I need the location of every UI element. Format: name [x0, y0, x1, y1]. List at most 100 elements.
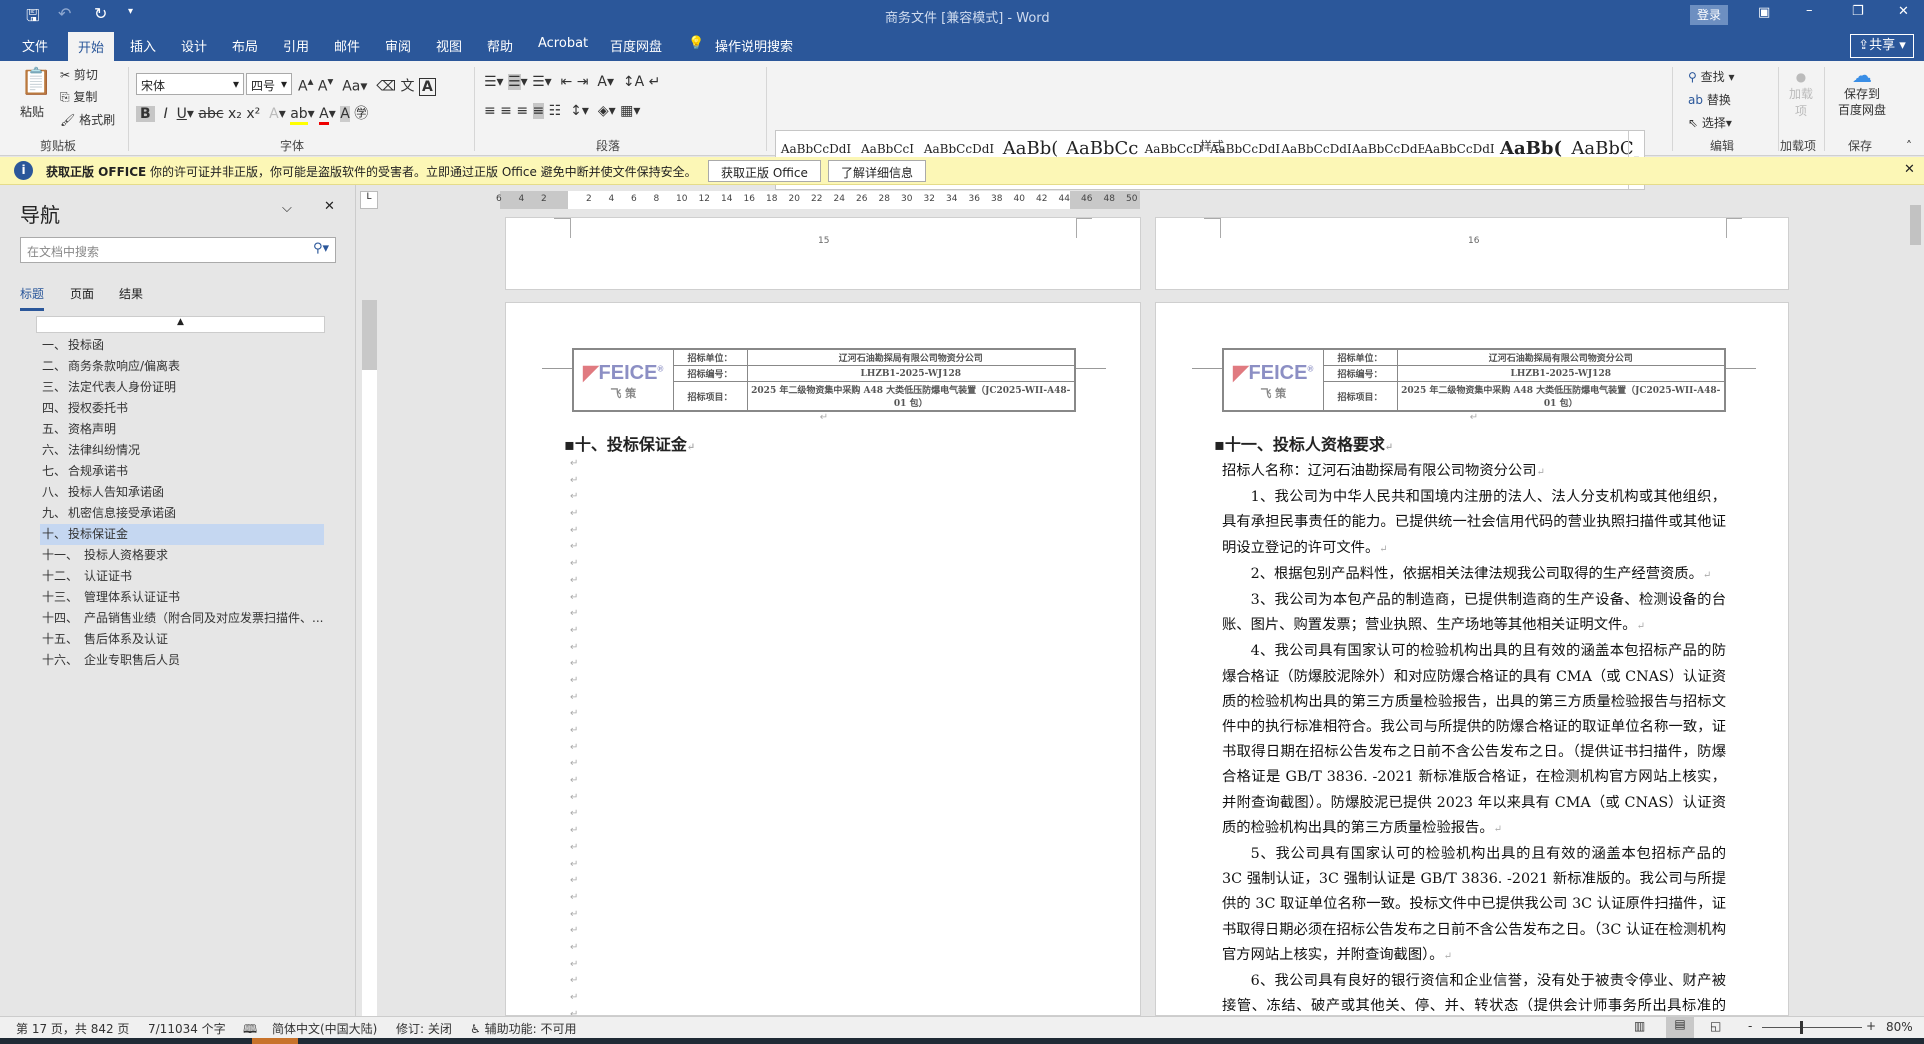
- paragraph-list-row[interactable]: ☰▾ ☰▾ ☰▾ ⇤ ⇥ A▾ ↕A ↵: [484, 74, 660, 90]
- empty-paragraphs: ↵ ↵ ↵ ↵ ↵ ↵ ↵ ↵ ↵ ↵ ↵ ↵ ↵ ↵ ↵ ↵ ↵ ↵ ↵ ↵ ↵ ↵ ↵ ↵ ↵ ↵ ↵ ↵ ↵ ↵ ↵ ↵ ↵ ↵: [570, 458, 578, 1015]
- vertical-scrollbar[interactable]: [1907, 185, 1924, 1016]
- nav-heading-item[interactable]: 四、 授权委托书: [40, 398, 324, 419]
- horizontal-ruler[interactable]: 6 4 2 2 4 6 8 10 12 14 16 18 20 22 24 26 28 30 32 34 36 38 40 4…: [496, 191, 1140, 209]
- nav-heading-item[interactable]: 三、 法定代表人身份证明: [40, 377, 324, 398]
- cut-button[interactable]: ✂ 剪切: [60, 66, 98, 83]
- tab-acrobat[interactable]: Acrobat: [538, 36, 588, 51]
- select-button[interactable]: ⇖ 选择▾: [1688, 114, 1732, 131]
- nav-heading-item[interactable]: 一、 投标函: [40, 335, 324, 356]
- tab-file[interactable]: 文件: [22, 36, 48, 55]
- learn-more-button[interactable]: 了解详细信息: [828, 160, 927, 182]
- save-icon[interactable]: 🖫: [26, 5, 40, 32]
- paste-button[interactable]: 粘贴: [20, 103, 44, 120]
- word-count[interactable]: 7/11034 个字: [148, 1020, 226, 1037]
- select-label: 选择: [1701, 116, 1726, 130]
- tab-references[interactable]: 引用: [283, 36, 309, 55]
- nav-item-number: 二、: [42, 359, 67, 373]
- accessibility-status[interactable]: ♿ 辅助功能: 不可用: [470, 1020, 576, 1037]
- search-icon[interactable]: ⚲▾: [313, 241, 329, 256]
- tab-selector[interactable]: L: [360, 191, 378, 209]
- nav-tab-results[interactable]: 结果: [119, 285, 143, 302]
- font-size-select[interactable]: 四号 ▾: [246, 73, 292, 95]
- tab-mailings[interactable]: 邮件: [334, 36, 360, 55]
- web-layout-icon[interactable]: ◱: [1710, 1019, 1721, 1033]
- nav-options-icon[interactable]: ⌵: [282, 201, 292, 216]
- tab-layout[interactable]: 布局: [232, 36, 258, 55]
- read-mode-icon[interactable]: ▥: [1634, 1019, 1645, 1033]
- close-message-icon[interactable]: ✕: [1904, 162, 1915, 177]
- company-logo: ◤FEICE® 飞 策: [1222, 348, 1324, 412]
- zoom-slider[interactable]: [1762, 1021, 1862, 1034]
- zoom-slider-thumb[interactable]: [1800, 1021, 1803, 1034]
- paragraph-align-row[interactable]: ≡ ≡ ≡ ≡ ☷ ↕▾ ◈▾ ▦▾: [484, 103, 640, 119]
- tab-help[interactable]: 帮助: [487, 36, 513, 55]
- nav-item-number: 十一、: [42, 548, 79, 562]
- tab-insert[interactable]: 插入: [130, 36, 156, 55]
- collapse-ribbon-icon[interactable]: ˄: [1906, 139, 1912, 153]
- zoom-in-button[interactable]: +: [1866, 1019, 1876, 1033]
- zoom-level[interactable]: 80%: [1886, 1020, 1913, 1034]
- find-button[interactable]: ⚲ 查找 ▾: [1688, 68, 1734, 85]
- nav-heading-item[interactable]: ▷十三、管理体系认证证书: [40, 587, 324, 608]
- nav-heading-item[interactable]: ▷十一、投标人资格要求: [40, 545, 324, 566]
- nav-heading-item[interactable]: 七、 合规承诺书: [40, 461, 324, 482]
- nav-item-number: 九、: [42, 506, 67, 520]
- tab-home[interactable]: 开始: [68, 32, 115, 61]
- nav-heading-item[interactable]: 六、 法律纠纷情况: [40, 440, 324, 461]
- nav-heading-item[interactable]: 九、 机密信息接受承诺函: [40, 503, 324, 524]
- undo-icon[interactable]: ↶: [58, 4, 71, 23]
- tenderer-line: 招标人名称：辽河石油勘探局有限公司物资分公司↵: [1222, 463, 1545, 479]
- lightbulb-icon: 💡: [688, 36, 705, 51]
- tab-view[interactable]: 视图: [436, 36, 462, 55]
- font-name-select[interactable]: 宋体 ▾: [136, 73, 244, 95]
- tell-me-search[interactable]: 操作说明搜索: [715, 36, 793, 55]
- copy-button[interactable]: ⎘ 复制: [60, 88, 97, 105]
- restore-button[interactable]: ❐: [1852, 4, 1864, 19]
- nav-heading-item[interactable]: ▷十四、产品销售业绩（附合同及对应发票扫描件、...: [40, 608, 324, 629]
- minimize-button[interactable]: –: [1806, 3, 1813, 18]
- ribbon-display-icon[interactable]: ▣: [1758, 5, 1770, 20]
- nav-heading-item[interactable]: ▷十五、售后体系及认证: [40, 629, 324, 650]
- addins-button[interactable]: ● 加载项: [1788, 69, 1814, 120]
- nav-heading-item[interactable]: ▷十二、认证证书: [40, 566, 324, 587]
- nav-item-text: 投标人告知承诺函: [68, 485, 165, 499]
- nav-tab-pages[interactable]: 页面: [70, 285, 94, 302]
- nav-tab-headings[interactable]: 标题: [20, 285, 45, 311]
- nav-heading-item[interactable]: 二、 商务条款响应/偏离表: [40, 356, 324, 377]
- scroll-to-top-button[interactable]: ▲: [36, 316, 325, 333]
- page-count[interactable]: 第 17 页，共 842 页: [16, 1020, 129, 1037]
- nav-search-input[interactable]: 在文档中搜索 ⚲▾: [20, 237, 336, 263]
- share-button[interactable]: ⇪共享 ▾: [1850, 34, 1914, 58]
- zoom-out-button[interactable]: -: [1748, 1019, 1752, 1033]
- page-number: 15: [818, 236, 830, 246]
- track-changes[interactable]: 修订: 关闭: [396, 1020, 452, 1037]
- redo-icon[interactable]: ↻: [94, 4, 107, 23]
- scrollbar-thumb[interactable]: [1910, 205, 1921, 245]
- nav-heading-item[interactable]: 十、 投标保证金: [40, 524, 324, 545]
- tab-review[interactable]: 审阅: [385, 36, 411, 55]
- save-to-baidu-button[interactable]: ☁ 保存到 百度网盘: [1836, 65, 1888, 118]
- nav-heading-item[interactable]: 八、 投标人告知承诺函: [40, 482, 324, 503]
- ruler-tick: 44: [1058, 194, 1070, 204]
- customize-qat-icon[interactable]: ▾: [128, 6, 133, 17]
- vertical-ruler[interactable]: [362, 300, 377, 1016]
- ruler-tick: 34: [946, 194, 958, 204]
- nav-item-text: 法定代表人身份证明: [68, 380, 177, 394]
- get-genuine-button[interactable]: 获取正版 Office: [708, 160, 821, 182]
- font-tools-row[interactable]: A▴ A▾ Aa▾ ⌫ 文 A: [298, 74, 436, 96]
- ruler-tick: 24: [833, 194, 845, 204]
- replace-button[interactable]: ab 替换: [1688, 91, 1731, 108]
- nav-heading-item[interactable]: ▷十六、企业专职售后人员: [40, 650, 324, 671]
- font-format-row[interactable]: B I U▾ abc x₂ x² A▾ ab▾ A▾ A ㊫: [136, 103, 368, 125]
- format-painter-button[interactable]: 🖌 格式刷: [60, 111, 115, 128]
- close-button[interactable]: ✕: [1898, 4, 1909, 19]
- print-layout-icon[interactable]: ▤: [1666, 1017, 1694, 1038]
- nav-close-icon[interactable]: ✕: [324, 199, 335, 214]
- tab-design[interactable]: 设计: [181, 36, 207, 55]
- nav-title: 导航: [20, 203, 60, 227]
- tab-baidu[interactable]: 百度网盘: [610, 36, 662, 55]
- language[interactable]: 简体中文(中国大陆): [272, 1020, 377, 1037]
- login-button[interactable]: 登录: [1690, 5, 1728, 25]
- nav-heading-item[interactable]: 五、 资格声明: [40, 419, 324, 440]
- ruler-tick: 50: [1126, 194, 1138, 204]
